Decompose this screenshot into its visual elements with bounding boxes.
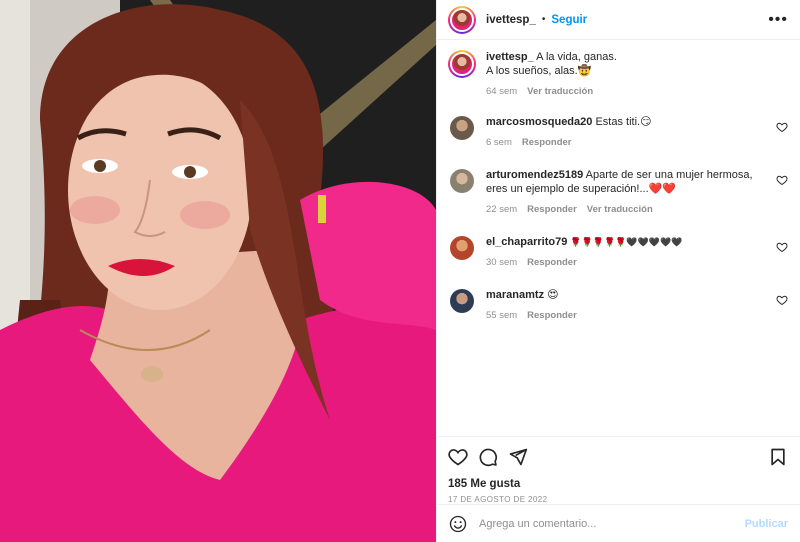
post-actions: 185 Me gusta 17 DE AGOSTO DE 2022 Public… (437, 436, 800, 542)
comment-time[interactable]: 22 sem (486, 204, 517, 215)
comment-bubble-icon[interactable] (478, 447, 498, 467)
reply-button[interactable]: Responder (522, 137, 572, 148)
comment-item: marcosmosqueda20 Estas titi.😏 6 sem Resp… (448, 115, 788, 148)
caption-line-2: A los sueños, alas.🤠 (486, 65, 592, 77)
post-photo[interactable] (0, 0, 436, 542)
reply-button[interactable]: Responder (527, 310, 577, 321)
post-side-panel: ivettesp_ • Seguir ••• ivettesp_ A la vi… (436, 0, 800, 542)
comment-text: 😍 (547, 289, 559, 301)
comment-time[interactable]: 30 sem (486, 257, 517, 268)
caption-avatar[interactable] (448, 50, 476, 78)
like-comment-heart-icon[interactable] (776, 174, 788, 186)
action-icons-bar (448, 446, 788, 468)
reply-button[interactable]: Responder (527, 204, 577, 215)
follow-button[interactable]: Seguir (551, 14, 587, 26)
post-date[interactable]: 17 DE AGOSTO DE 2022 (448, 495, 788, 504)
see-translation-button[interactable]: Ver traducción (587, 204, 653, 215)
save-bookmark-icon[interactable] (768, 447, 788, 467)
post-dialog: ivettesp_ • Seguir ••• ivettesp_ A la vi… (0, 0, 800, 542)
share-paper-plane-icon[interactable] (508, 447, 528, 467)
commenter-avatar[interactable] (450, 289, 474, 313)
like-comment-heart-icon[interactable] (776, 241, 788, 253)
comment-text: Estas titi.😏 (595, 116, 652, 128)
like-heart-icon[interactable] (448, 447, 468, 467)
commenter-avatar[interactable] (450, 169, 474, 193)
comment-item: maranamtz 😍 55 sem Responder (448, 288, 788, 321)
post-caption: ivettesp_ A la vida, ganas. A los sueños… (448, 50, 788, 97)
caption-time[interactable]: 64 sem (486, 86, 517, 97)
comment-username[interactable]: arturomendez5189 (486, 169, 583, 181)
more-horizontal-icon[interactable]: ••• (768, 11, 788, 27)
comment-time[interactable]: 6 sem (486, 137, 512, 148)
caption-username[interactable]: ivettesp_ (486, 51, 534, 63)
comment-time[interactable]: 55 sem (486, 310, 517, 321)
commenter-avatar[interactable] (450, 116, 474, 140)
see-translation-button[interactable]: Ver traducción (527, 86, 593, 97)
author-username[interactable]: ivettesp_ (486, 14, 536, 26)
emoji-smile-icon[interactable] (449, 515, 467, 533)
author-avatar[interactable] (448, 5, 476, 34)
like-comment-heart-icon[interactable] (776, 121, 788, 133)
separator-dot: • (541, 14, 546, 25)
add-comment-bar: Publicar (437, 504, 800, 542)
like-comment-heart-icon[interactable] (776, 294, 788, 306)
portrait-illustration (0, 0, 436, 542)
post-comment-button[interactable]: Publicar (745, 518, 788, 530)
reply-button[interactable]: Responder (527, 257, 577, 268)
comment-username[interactable]: marcosmosqueda20 (486, 116, 592, 128)
comment-username[interactable]: el_chaparrito79 (486, 236, 567, 248)
comments-list[interactable]: ivettesp_ A la vida, ganas. A los sueños… (437, 40, 800, 436)
comment-item: el_chaparrito79 🌹🌹🌹🌹🌹🖤🖤🖤🖤🖤 30 sem Respon… (448, 235, 788, 268)
comment-item: arturomendez5189 Aparte de ser una mujer… (448, 168, 788, 215)
comment-username[interactable]: maranamtz (486, 289, 544, 301)
comment-text: 🌹🌹🌹🌹🌹🖤🖤🖤🖤🖤 (570, 237, 683, 247)
commenter-avatar[interactable] (450, 236, 474, 260)
comment-input[interactable] (479, 517, 745, 530)
likes-count[interactable]: 185 Me gusta (448, 478, 788, 490)
caption-line-1: A la vida, ganas. (536, 51, 617, 63)
post-header: ivettesp_ • Seguir ••• (437, 0, 800, 40)
